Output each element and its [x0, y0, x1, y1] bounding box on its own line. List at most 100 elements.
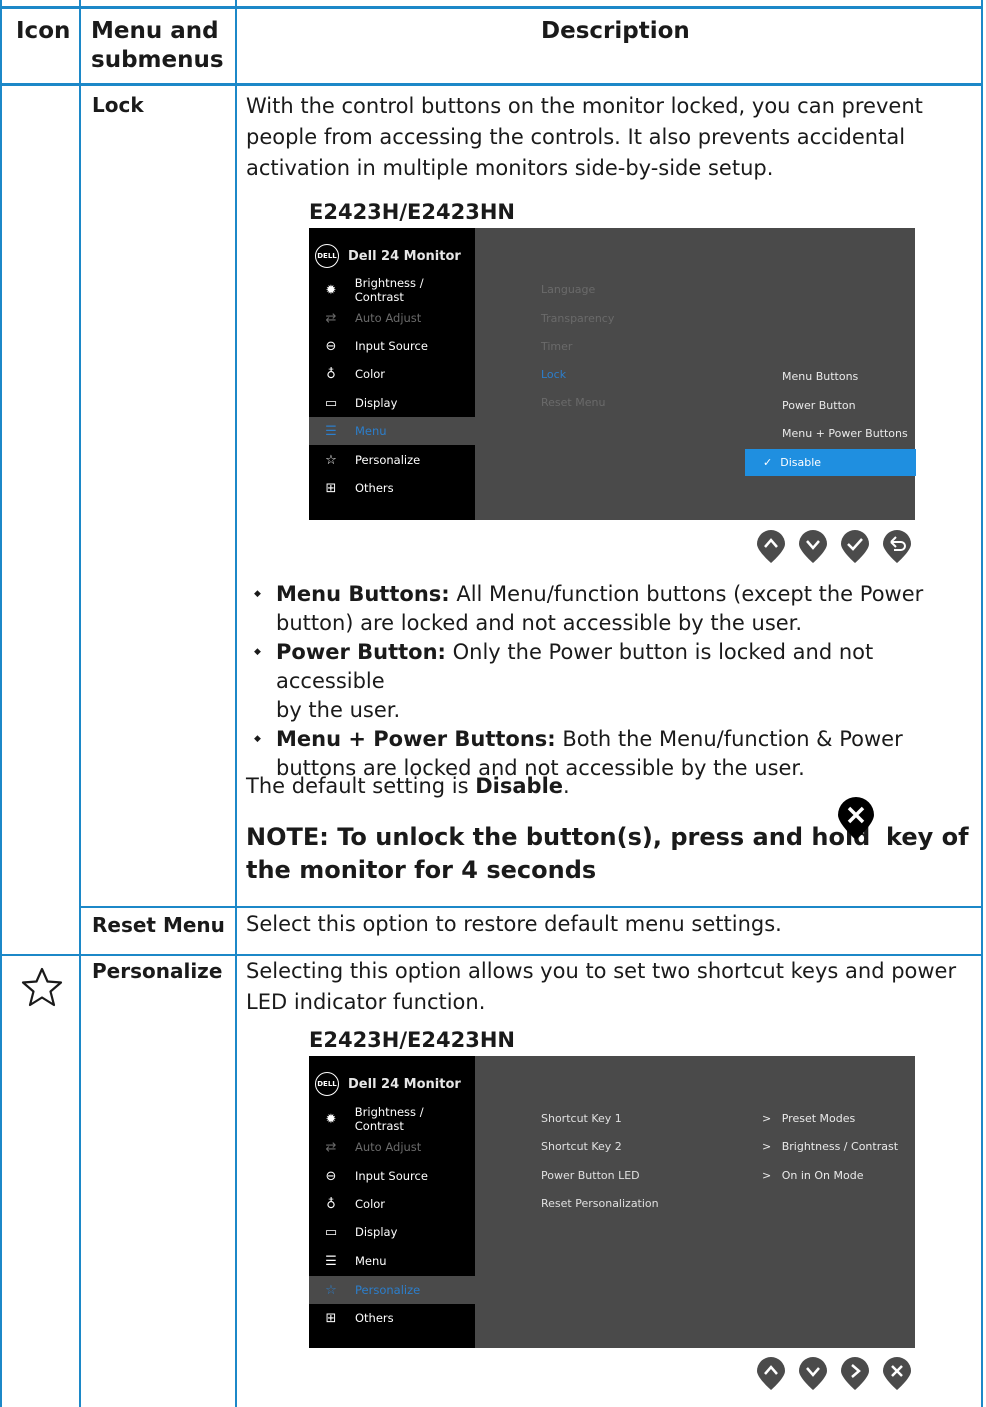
bullet-text: by the user. — [276, 698, 401, 722]
osd-sub-transparency: Transparency — [541, 312, 615, 325]
osd-nav-buttons — [757, 530, 911, 563]
display-icon: ▭ — [324, 395, 338, 411]
osd-item-input-source: ⊖ Input Source — [309, 332, 475, 360]
osd-item-display: ▭ Display — [309, 389, 475, 417]
header-icon: Icon — [16, 18, 71, 44]
auto-adjust-icon: ⇄ — [325, 1139, 337, 1155]
osd-title: Dell 24 Monitor — [348, 1076, 461, 1092]
star-icon: ☆ — [325, 1282, 337, 1298]
note-text: NOTE: To unlock the button(s), press and… — [246, 823, 871, 851]
auto-adjust-icon: ⇄ — [325, 310, 337, 326]
chevron-right-icon: > — [762, 1140, 772, 1153]
lock-model-label: E2423H/E2423HN — [309, 200, 515, 224]
osd-item-personalize: ☆ Personalize — [309, 1276, 475, 1304]
osd-item-auto-adjust: ⇄ Auto Adjust — [309, 1133, 475, 1161]
osd-item-input-source: ⊖ Input Source — [309, 1162, 475, 1190]
osd-item-label: Brightness / Contrast — [354, 276, 424, 304]
osd-value-label: Preset Modes — [781, 1112, 856, 1125]
checkmark-icon: ✓ — [763, 456, 773, 469]
osd-value-brightness-contrast: > Brightness / Contrast — [762, 1140, 898, 1153]
osd-value-label: On in On Mode — [781, 1169, 864, 1182]
osd-item-color: ♁ Color — [309, 360, 475, 388]
unlock-key-icon — [838, 797, 874, 840]
lock-intro-line: With the control buttons on the monitor … — [246, 94, 923, 118]
osd-item-label: Brightness / Contrast — [354, 1105, 424, 1133]
osd-header: DELL Dell 24 Monitor — [315, 1071, 461, 1097]
osd-item-brightness: ✹ Brightness / Contrast — [309, 276, 475, 304]
bullet-text: button) are locked and not accessible by… — [276, 611, 803, 635]
osd-sub-shortcut-key-2: Shortcut Key 2 — [541, 1140, 622, 1153]
list-item: Menu Buttons: All Menu/function buttons … — [246, 580, 981, 638]
osd-item-label: Color — [355, 367, 386, 381]
header-menu-line1: Menu and — [91, 18, 219, 44]
osd-value-on-in-on-mode: > On in On Mode — [762, 1169, 863, 1182]
osd-lock-screenshot: DELL Dell 24 Monitor ✹ Brightness / Contr… — [309, 228, 916, 520]
osd-header: DELL Dell 24 Monitor — [315, 243, 461, 269]
header-menu: Menu and submenus — [91, 17, 224, 75]
right-button-icon — [841, 1357, 869, 1390]
header-menu-line2: submenus — [91, 47, 224, 73]
osd-sub-lock: Lock — [541, 368, 567, 381]
osd-sub-reset-personalization: Reset Personalization — [541, 1197, 659, 1210]
table-border-header — [2, 83, 981, 86]
star-icon: ☆ — [325, 452, 337, 468]
osd-option-disable-label: Disable — [780, 456, 822, 469]
chevron-right-icon: > — [762, 1169, 772, 1182]
menu-icon: ☰ — [325, 423, 337, 439]
lock-default-setting: The default setting is Disable. — [246, 771, 570, 802]
lock-options-list: Menu Buttons: All Menu/function buttons … — [246, 580, 981, 783]
osd-item-label: Auto Adjust — [355, 1140, 422, 1154]
lock-intro-line: people from accessing the controls. It a… — [246, 125, 906, 149]
table-border-top — [2, 6, 981, 9]
lock-note: NOTE: To unlock the button(s), press and… — [246, 823, 870, 851]
default-value: Disable — [475, 774, 564, 798]
input-source-icon: ⊖ — [325, 338, 337, 354]
lock-title: Lock — [92, 93, 144, 117]
lock-intro-line: activation in multiple monitors side-by-… — [246, 156, 774, 180]
chevron-right-icon: > — [762, 1112, 772, 1125]
brightness-icon: ✹ — [325, 1111, 337, 1127]
bullet-text: All Menu/function buttons (except the Po… — [449, 582, 924, 606]
osd-title: Dell 24 Monitor — [348, 248, 461, 264]
brightness-icon: ✹ — [325, 282, 337, 298]
note-line2: the monitor for 4 seconds — [246, 856, 597, 884]
personalize-star-icon — [21, 967, 63, 1007]
osd-item-display: ▭ Display — [309, 1218, 475, 1246]
confirm-button-icon — [841, 530, 869, 563]
osd-item-others: ⊞ Others — [309, 474, 475, 502]
osd-item-label: Others — [355, 1311, 394, 1325]
osd-item-others: ⊞ Others — [309, 1304, 475, 1332]
osd-item-label: Input Source — [355, 339, 428, 353]
personalize-title: Personalize — [92, 959, 223, 983]
dell-logo-icon: DELL — [315, 1072, 339, 1096]
osd-option-menu-power: Menu + Power Buttons — [782, 427, 908, 440]
osd-option-disable: ✓ Disable — [745, 449, 916, 476]
osd-personalize-screenshot: DELL Dell 24 Monitor ✹ Brightness / Contr… — [309, 1056, 915, 1348]
osd-item-color: ♁ Color — [309, 1190, 475, 1218]
osd-nav-buttons-2 — [757, 1357, 911, 1390]
osd-item-brightness: ✹ Brightness / Contrast — [309, 1105, 475, 1133]
osd-option-power-button: Power Button — [782, 399, 856, 412]
osd-item-label: Menu — [355, 1254, 387, 1268]
up-button-icon — [757, 530, 785, 563]
osd-item-label: Personalize — [355, 1283, 421, 1297]
osd-value-label: Brightness / Contrast — [781, 1140, 899, 1153]
osd-sub-reset-menu: Reset Menu — [541, 396, 606, 409]
osd-item-label: Menu — [355, 424, 387, 438]
others-icon: ⊞ — [325, 1310, 337, 1326]
osd-option-menu-buttons: Menu Buttons — [782, 370, 859, 383]
osd-item-personalize: ☆ Personalize — [309, 446, 475, 474]
osd-sub-timer: Timer — [541, 340, 573, 353]
others-icon: ⊞ — [325, 480, 337, 496]
osd-item-label: Display — [355, 1225, 398, 1239]
osd-item-label: Display — [355, 396, 398, 410]
table-border-menu-col — [235, 0, 237, 1407]
bullet-text: Both the Menu/function & Power — [555, 727, 903, 751]
table-border-right — [981, 0, 983, 1407]
osd-item-auto-adjust: ⇄ Auto Adjust — [309, 304, 475, 332]
personalize-model-label: E2423H/E2423HN — [309, 1028, 515, 1052]
personalize-text-line: Selecting this option allows you to set … — [246, 959, 957, 983]
osd-item-label: Others — [355, 481, 394, 495]
personalize-text-line: LED indicator function. — [246, 990, 486, 1014]
table-border-left — [0, 0, 2, 1407]
